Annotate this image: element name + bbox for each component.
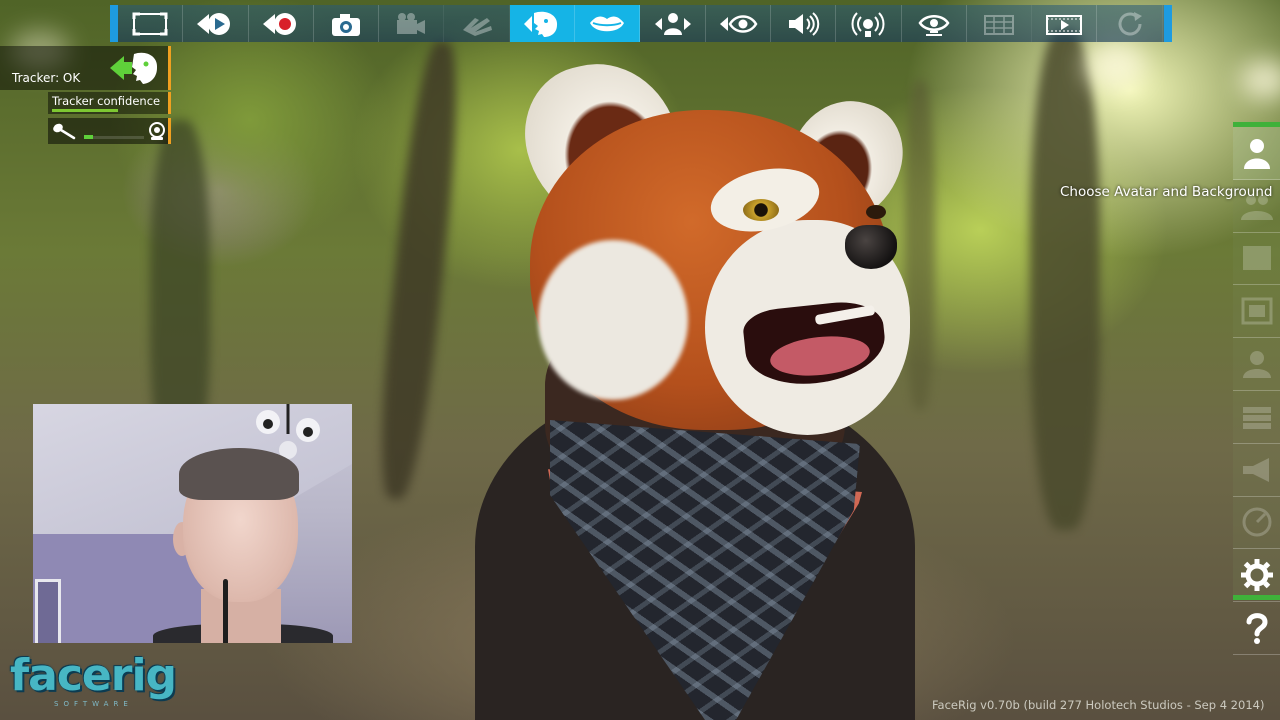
webcam-person-hair xyxy=(179,448,299,500)
megaphone-icon xyxy=(1242,457,1269,482)
hand-icon xyxy=(462,17,492,36)
tracker-confidence-row: Tracker confidence xyxy=(48,92,171,114)
background-icon xyxy=(1242,246,1271,271)
tracker-panel: Tracker: OK Tracker confidence xyxy=(0,46,171,145)
gear-icon xyxy=(1240,559,1273,592)
toolbar-button-speaker[interactable] xyxy=(771,5,837,42)
avatar-eye xyxy=(866,205,886,219)
toolbar-button-lips[interactable] xyxy=(575,5,641,42)
record-icon xyxy=(262,12,296,35)
toolbar-button-fullscreen[interactable] xyxy=(118,5,184,42)
light-bokeh xyxy=(1240,60,1280,100)
audio-level-bar xyxy=(84,135,93,139)
webcam-microphone xyxy=(223,579,228,643)
side-menu-gauge[interactable] xyxy=(1233,497,1280,550)
side-menu-background[interactable] xyxy=(1233,233,1280,286)
tracker-face-icon[interactable] xyxy=(110,50,162,86)
avatar-nose xyxy=(845,225,897,269)
red-panda-avatar xyxy=(460,47,940,720)
toolbar-button-hand[interactable] xyxy=(444,5,510,42)
eye-broadcast-icon xyxy=(918,14,950,36)
toolbar-button-video-camera[interactable] xyxy=(379,5,445,42)
avatar-eye xyxy=(743,199,779,221)
side-menu-gear[interactable] xyxy=(1233,549,1280,603)
tree-trunk xyxy=(1030,30,1100,530)
microphone-icon[interactable] xyxy=(52,122,76,140)
film-play-icon xyxy=(1046,14,1083,35)
side-menu-avatar[interactable] xyxy=(1233,127,1280,180)
lips-icon xyxy=(590,15,625,31)
toolbar-button-eye-broadcast[interactable] xyxy=(902,5,967,42)
toolbar-button-film-play[interactable] xyxy=(1032,5,1098,42)
webcam-door xyxy=(35,579,61,643)
tree-trunk xyxy=(371,38,467,502)
gauge-icon xyxy=(1242,507,1271,537)
side-menu-megaphone[interactable] xyxy=(1233,444,1280,497)
toolbar-button-refresh[interactable] xyxy=(1097,5,1163,42)
refresh-icon xyxy=(1118,11,1142,35)
webcam-icon[interactable] xyxy=(148,122,166,141)
avatar-cheek xyxy=(538,240,688,400)
audio-row xyxy=(48,118,171,144)
eye-arrow-icon xyxy=(719,14,758,33)
toolbar-button-record[interactable] xyxy=(249,5,314,42)
toolbar-button-camera[interactable] xyxy=(314,5,380,42)
toolbar-button-face-tracking[interactable] xyxy=(509,5,576,42)
tracker-status-row: Tracker: OK xyxy=(0,46,171,90)
fullscreen-icon xyxy=(132,12,168,35)
speaker-icon xyxy=(789,11,820,36)
light-bokeh xyxy=(1085,40,1145,90)
play-icon xyxy=(197,12,231,35)
tracker-confidence-label: Tracker confidence xyxy=(52,94,161,108)
tracker-confidence-bar xyxy=(52,109,118,112)
logo-wordmark: facerig xyxy=(10,650,177,701)
video-camera-icon xyxy=(397,12,426,34)
toolbar-button-broadcast[interactable] xyxy=(836,5,902,42)
toolbar-button-play[interactable] xyxy=(183,5,249,42)
toolbar-button-avatar-arrows[interactable] xyxy=(640,5,706,42)
frame-icon xyxy=(1241,297,1272,325)
side-menu-help[interactable] xyxy=(1233,602,1280,655)
main-toolbar xyxy=(110,5,1172,42)
webcam-preview[interactable] xyxy=(33,404,352,643)
side-menu-layers[interactable] xyxy=(1233,391,1280,444)
version-info: FaceRig v0.70b (build 277 Holotech Studi… xyxy=(932,698,1265,712)
toolbar-button-eye-arrow[interactable] xyxy=(706,5,771,42)
face-tracking-icon xyxy=(523,11,557,37)
help-icon xyxy=(1246,613,1268,645)
side-menu-people-settings[interactable] xyxy=(1233,338,1280,391)
audio-level-track xyxy=(84,136,144,139)
people-settings-icon xyxy=(1242,351,1271,379)
layers-icon xyxy=(1242,406,1271,429)
tracker-status: Tracker: OK xyxy=(12,71,81,85)
facerig-logo: facerig SOFTWARE xyxy=(10,652,180,714)
logo-subtitle: SOFTWARE xyxy=(54,700,133,708)
film-grid-icon xyxy=(984,14,1014,35)
side-menu-frame[interactable] xyxy=(1233,285,1280,339)
side-menu-tooltip: Choose Avatar and Background xyxy=(1060,184,1273,200)
camera-icon xyxy=(332,13,361,36)
broadcast-icon xyxy=(851,11,885,37)
toolbar-button-film-grid[interactable] xyxy=(967,5,1033,42)
avatar-icon xyxy=(1243,138,1270,169)
avatar-arrows-icon xyxy=(654,12,691,35)
